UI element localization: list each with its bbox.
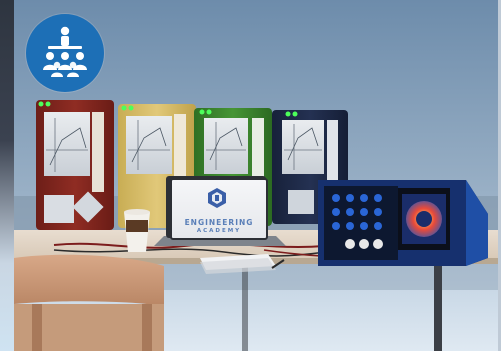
red-relay-device bbox=[36, 100, 114, 230]
brand-name-line1: ENGINEERING bbox=[184, 218, 254, 227]
photo-frame: ENGINEERING ACADEMY bbox=[0, 0, 501, 351]
lab-scene-photo: ENGINEERING ACADEMY bbox=[14, 0, 498, 351]
brand-name-line2: ACADEMY bbox=[196, 228, 242, 234]
coffee-cup bbox=[124, 209, 150, 252]
test-set-device bbox=[318, 180, 488, 266]
audience-group-icon bbox=[43, 26, 87, 77]
engineering-academy-logo bbox=[208, 188, 226, 208]
left-edge-strip bbox=[0, 0, 14, 351]
laptop-screen: ENGINEERING ACADEMY bbox=[170, 178, 268, 240]
audience-badge bbox=[26, 14, 104, 92]
